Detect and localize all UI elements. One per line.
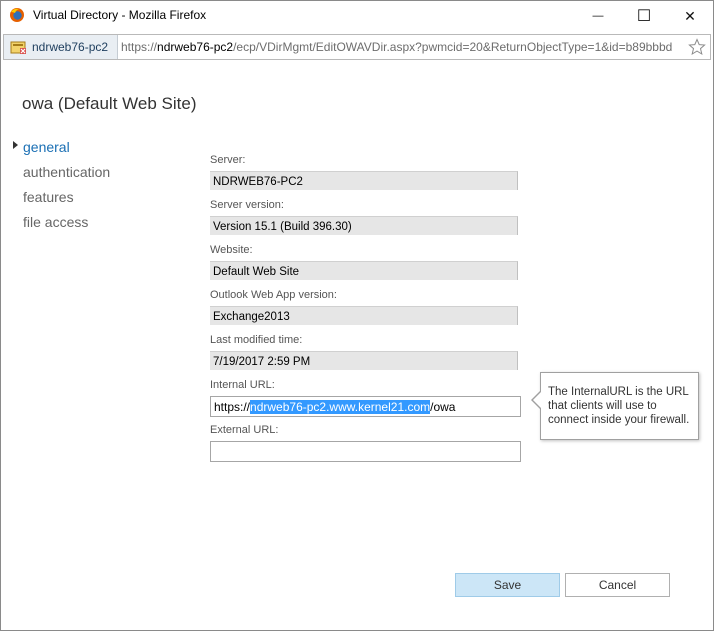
nav-item-label: file access [23, 214, 89, 230]
caret-right-icon [13, 141, 18, 149]
internal-url-input[interactable]: https://ndrweb76-pc2.www.kernel21.com/ow… [210, 396, 521, 417]
url-host: ndrweb76-pc2 [157, 40, 234, 54]
server-label: Server: [210, 154, 246, 166]
nav-item-file-access[interactable]: file access [13, 213, 110, 238]
server-version-label: Server version: [210, 199, 284, 211]
last-modified-field: 7/19/2017 2:59 PM [210, 351, 518, 370]
minimize-icon: — [592, 10, 604, 22]
minimize-button[interactable]: — [575, 1, 621, 31]
save-button[interactable]: Save [455, 573, 560, 597]
server-field: NDRWEB76-PC2 [210, 171, 518, 190]
address-bar[interactable]: ndrweb76-pc2 https://ndrweb76-pc2/ecp/VD… [3, 34, 711, 60]
close-icon: ✕ [684, 7, 696, 24]
tooltip-text: The InternalURL is the URL that clients … [548, 386, 690, 426]
maximize-button[interactable]: ☐ [621, 1, 667, 31]
url-scheme: https:// [121, 40, 158, 54]
server-version-field: Version 15.1 (Build 396.30) [210, 216, 518, 235]
url-text[interactable]: https://ndrweb76-pc2/ecp/VDirMgmt/EditOW… [121, 40, 686, 54]
internal-url-selection: ndrweb76-pc2.www.kernel21.com [250, 400, 431, 414]
url-path: /ecp/VDirMgmt/EditOWAVDir.aspx?pwmcid=20… [233, 40, 673, 54]
site-identity-label: ndrweb76-pc2 [32, 40, 109, 54]
external-url-label: External URL: [210, 424, 279, 436]
internal-url-suffix: /owa [430, 400, 456, 414]
nav-item-label: features [23, 189, 74, 205]
external-url-input[interactable] [210, 441, 521, 462]
nav-item-label: general [23, 139, 70, 155]
website-label: Website: [210, 244, 253, 256]
close-button[interactable]: ✕ [667, 1, 713, 31]
window-titlebar: Virtual Directory - Mozilla Firefox — ☐ … [1, 1, 713, 31]
bookmark-star-icon[interactable] [688, 38, 706, 61]
side-nav: general authentication features file acc… [13, 138, 110, 238]
nav-item-general[interactable]: general [13, 138, 110, 163]
last-modified-label: Last modified time: [210, 334, 303, 346]
internal-url-prefix: https:// [214, 400, 251, 414]
firefox-icon [9, 7, 25, 23]
nav-item-label: authentication [23, 164, 111, 180]
website-field: Default Web Site [210, 261, 518, 280]
page-title: owa (Default Web Site) [22, 94, 197, 113]
site-identity-icon [10, 39, 28, 60]
owa-version-field: Exchange2013 [210, 306, 518, 325]
maximize-icon: ☐ [636, 8, 652, 25]
nav-item-features[interactable]: features [13, 188, 110, 213]
tooltip-arrow [531, 390, 542, 410]
nav-item-authentication[interactable]: authentication [13, 163, 110, 188]
internal-url-label: Internal URL: [210, 379, 275, 391]
owa-version-label: Outlook Web App version: [210, 289, 337, 301]
internal-url-tooltip: The InternalURL is the URL that clients … [531, 372, 699, 440]
window-title: Virtual Directory - Mozilla Firefox [33, 8, 207, 22]
site-identity-button[interactable]: ndrweb76-pc2 [4, 35, 118, 59]
cancel-button[interactable]: Cancel [565, 573, 670, 597]
